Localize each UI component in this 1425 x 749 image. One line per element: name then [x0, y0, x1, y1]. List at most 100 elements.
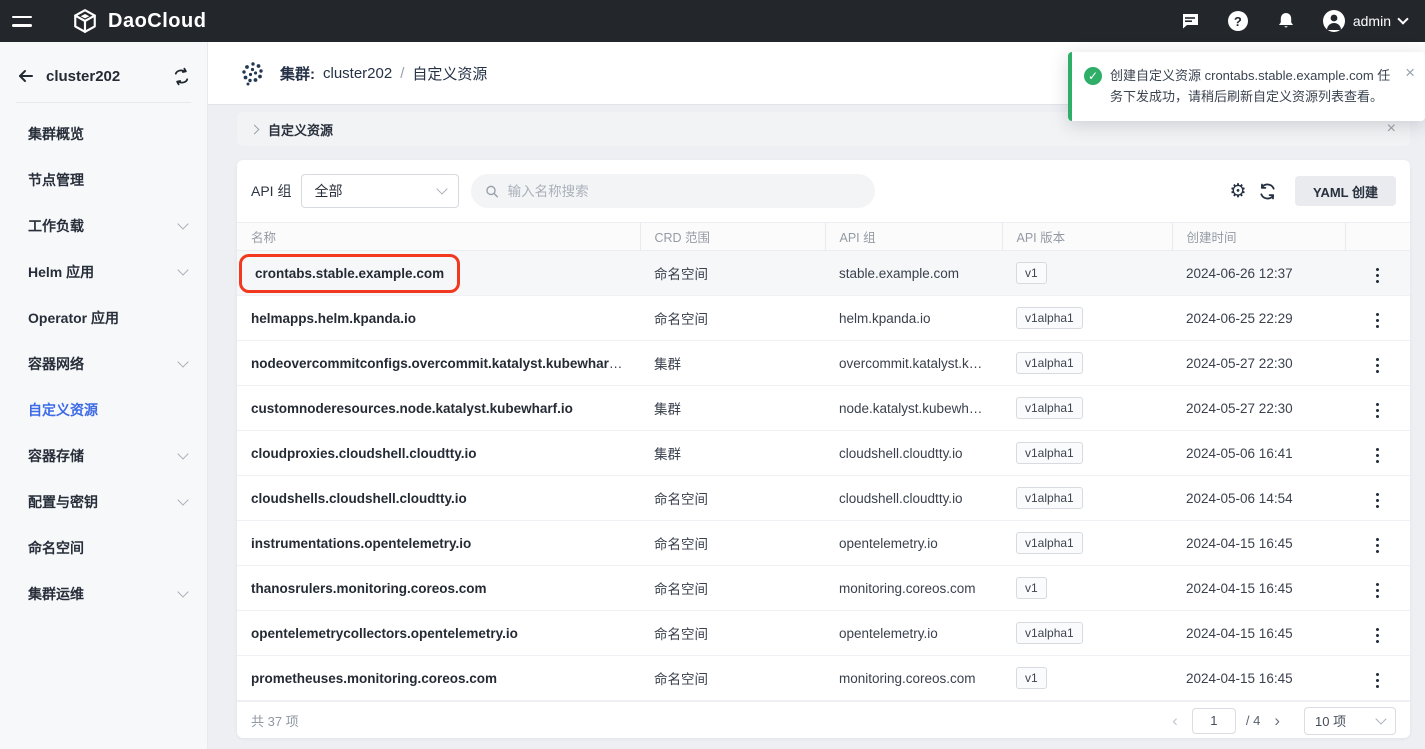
tab-label: 自定义资源 — [268, 120, 333, 139]
pagination: ‹ / 4 › 10 项 — [1168, 707, 1396, 735]
sidebar-item-node-management[interactable]: 节点管理 — [0, 157, 207, 203]
sidebar-item-label: Operator 应用 — [28, 308, 187, 328]
sidebar-item-operator-apps[interactable]: Operator 应用 — [0, 295, 207, 341]
search-icon — [485, 184, 499, 199]
table-row[interactable]: helmapps.helm.kpanda.io 命名空间 helm.kpanda… — [237, 296, 1410, 341]
row-actions-kebab-icon[interactable] — [1368, 444, 1387, 467]
crd-version-badge: v1 — [1016, 577, 1047, 598]
next-page-icon[interactable]: › — [1270, 712, 1284, 729]
sidebar-item-label: 配置与密钥 — [28, 492, 179, 512]
settings-gear-icon[interactable]: ⚙ — [1223, 176, 1253, 206]
chevron-down-icon — [177, 448, 188, 459]
table-row[interactable]: opentelemetrycollectors.opentelemetry.io… — [237, 611, 1410, 656]
page-number-input[interactable] — [1192, 708, 1236, 734]
crd-api-group-cell: node.katalyst.kubewharf.io — [825, 386, 1002, 431]
yaml-create-button[interactable]: YAML 创建 — [1295, 176, 1396, 206]
crd-name-link[interactable]: nodeovercommitconfigs.overcommit.katalys… — [251, 356, 629, 371]
sidebar-item-container-network[interactable]: 容器网络 — [0, 341, 207, 387]
api-group-filter-label: API 组 — [251, 181, 291, 201]
table-row[interactable]: nodeovercommitconfigs.overcommit.katalys… — [237, 341, 1410, 386]
api-group-select[interactable]: 全部 — [301, 174, 459, 208]
brand-name: DaoCloud — [108, 10, 206, 33]
search-input[interactable] — [508, 184, 862, 199]
crd-scope-cell: 命名空间 — [640, 476, 825, 521]
table-row[interactable]: instrumentations.opentelemetry.io 命名空间 o… — [237, 521, 1410, 566]
crd-api-group-cell: monitoring.coreos.com — [825, 656, 1002, 701]
list-toolbar: API 组 全部 ⚙ YAML 创建 — [237, 160, 1410, 222]
sidebar-divider — [16, 102, 191, 103]
crd-name-link[interactable]: prometheuses.monitoring.coreos.com — [251, 671, 497, 686]
row-actions-kebab-icon[interactable] — [1368, 534, 1387, 557]
crd-created-cell: 2024-04-15 16:45 — [1172, 566, 1345, 611]
table-footer: 共 37 项 ‹ / 4 › 10 项 — [237, 701, 1410, 739]
crd-scope-cell: 命名空间 — [640, 566, 825, 611]
chevron-down-icon — [437, 183, 448, 194]
search-box — [471, 174, 875, 208]
row-actions-kebab-icon[interactable] — [1368, 579, 1387, 602]
table-row[interactable]: cloudproxies.cloudshell.cloudtty.io 集群 c… — [237, 431, 1410, 476]
sidebar-item-container-storage[interactable]: 容器存储 — [0, 433, 207, 479]
total-count-label: 共 37 项 — [251, 711, 299, 730]
sidebar-item-config-secrets[interactable]: 配置与密钥 — [0, 479, 207, 525]
crd-name-link[interactable]: opentelemetrycollectors.opentelemetry.io — [251, 626, 518, 641]
crd-api-group-cell: opentelemetry.io — [825, 611, 1002, 656]
hamburger-menu-icon[interactable] — [12, 16, 54, 27]
chevron-down-icon — [177, 356, 188, 367]
feedback-chat-icon[interactable] — [1179, 10, 1201, 32]
table-row[interactable]: prometheuses.monitoring.coreos.com 命名空间 … — [237, 656, 1410, 701]
sidebar-item-label: 容器存储 — [28, 446, 179, 466]
back-arrow-icon[interactable] — [16, 66, 36, 86]
sidebar-item-namespaces[interactable]: 命名空间 — [0, 525, 207, 571]
crd-created-cell: 2024-06-26 12:37 — [1172, 251, 1345, 296]
row-actions-kebab-icon[interactable] — [1368, 264, 1387, 287]
crd-name-link[interactable]: helmapps.helm.kpanda.io — [251, 311, 416, 326]
row-actions-kebab-icon[interactable] — [1368, 309, 1387, 332]
tab-close-icon[interactable]: × — [1387, 121, 1396, 137]
crd-created-cell: 2024-05-27 22:30 — [1172, 386, 1345, 431]
crd-version-badge: v1alpha1 — [1016, 442, 1083, 463]
crd-version-badge: v1alpha1 — [1016, 397, 1083, 418]
row-actions-kebab-icon[interactable] — [1368, 489, 1387, 512]
switch-cluster-icon[interactable] — [172, 67, 191, 86]
toast-close-icon[interactable]: × — [1405, 64, 1415, 81]
row-actions-kebab-icon[interactable] — [1368, 399, 1387, 422]
page-size-select[interactable]: 10 项 — [1304, 707, 1396, 735]
crd-created-cell: 2024-06-25 22:29 — [1172, 296, 1345, 341]
sidebar-item-custom-resources[interactable]: 自定义资源 — [0, 387, 207, 433]
row-actions-kebab-icon[interactable] — [1368, 669, 1387, 692]
breadcrumb-cluster-name[interactable]: cluster202 — [323, 65, 392, 82]
crd-name-link[interactable]: instrumentations.opentelemetry.io — [251, 536, 471, 551]
refresh-icon[interactable] — [1253, 176, 1283, 206]
sidebar: cluster202 集群概览 节点管理 工作负载 Helm 应用 Operat… — [0, 42, 208, 749]
table-row[interactable]: cloudshells.cloudshell.cloudtty.io 命名空间 … — [237, 476, 1410, 521]
crd-name-link[interactable]: crontabs.stable.example.com — [239, 254, 460, 293]
table-row[interactable]: customnoderesources.node.katalyst.kubewh… — [237, 386, 1410, 431]
prev-page-icon[interactable]: ‹ — [1168, 712, 1182, 729]
sidebar-item-cluster-ops[interactable]: 集群运维 — [0, 571, 207, 617]
crd-version-badge: v1alpha1 — [1016, 622, 1083, 643]
crd-name-link[interactable]: cloudproxies.cloudshell.cloudtty.io — [251, 446, 477, 461]
table-row[interactable]: thanosrulers.monitoring.coreos.com 命名空间 … — [237, 566, 1410, 611]
sidebar-item-helm-apps[interactable]: Helm 应用 — [0, 249, 207, 295]
crd-name-link[interactable]: thanosrulers.monitoring.coreos.com — [251, 581, 487, 596]
row-actions-kebab-icon[interactable] — [1368, 354, 1387, 377]
crd-version-badge: v1alpha1 — [1016, 532, 1083, 553]
sidebar-item-label: 自定义资源 — [28, 400, 187, 420]
toast-accent-bar — [1068, 52, 1072, 121]
crd-api-group-cell: cloudshell.cloudtty.io — [825, 476, 1002, 521]
crd-name-link[interactable]: customnoderesources.node.katalyst.kubewh… — [251, 401, 573, 416]
sidebar-item-label: 集群运维 — [28, 584, 179, 604]
crd-api-group-cell: overcommit.katalyst.kub... — [825, 341, 1002, 386]
row-actions-kebab-icon[interactable] — [1368, 624, 1387, 647]
help-icon[interactable]: ? — [1227, 10, 1249, 32]
sidebar-item-workloads[interactable]: 工作负载 — [0, 203, 207, 249]
notification-bell-icon[interactable] — [1275, 10, 1297, 32]
column-header-created: 创建时间 — [1172, 223, 1345, 251]
crd-version-badge: v1alpha1 — [1016, 487, 1083, 508]
table-row[interactable]: crontabs.stable.example.com 命名空间 stable.… — [237, 251, 1410, 296]
crd-name-link[interactable]: cloudshells.cloudshell.cloudtty.io — [251, 491, 467, 506]
chevron-down-icon — [177, 494, 188, 505]
user-menu[interactable]: admin — [1323, 10, 1407, 32]
sidebar-item-cluster-overview[interactable]: 集群概览 — [0, 111, 207, 157]
brand-logo[interactable]: DaoCloud — [72, 8, 206, 34]
